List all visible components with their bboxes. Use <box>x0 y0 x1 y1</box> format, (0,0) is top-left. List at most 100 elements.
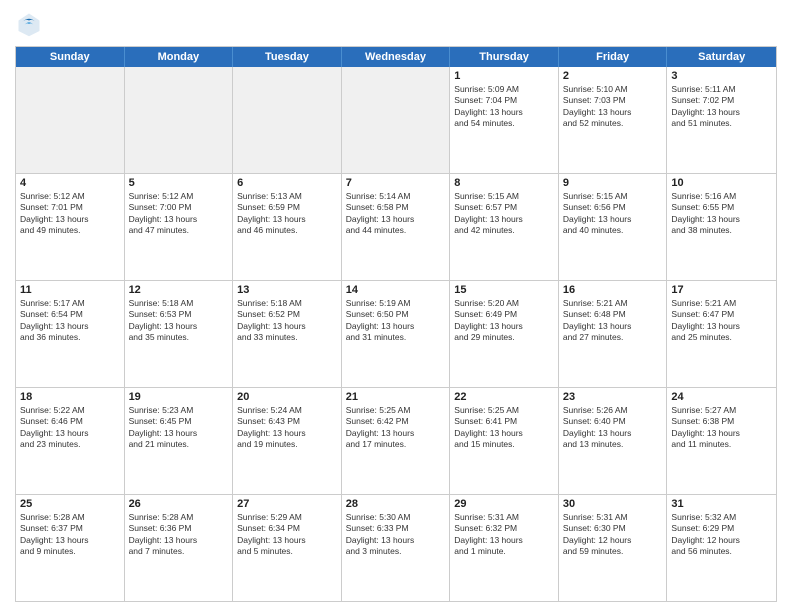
day-number: 11 <box>20 284 120 296</box>
day-number: 29 <box>454 498 554 510</box>
page-header <box>15 10 777 38</box>
day-cell-14: 14Sunrise: 5:19 AM Sunset: 6:50 PM Dayli… <box>342 281 451 387</box>
day-cell-23: 23 Sunrise: 5:26 AM Sunset: 6:40 PM Dayli… <box>559 388 668 494</box>
day-info: Sunrise: 5:32 AM Sunset: 6:29 PM Dayligh… <box>671 512 772 558</box>
day-cell-3: 3 Sunrise: 5:11 AM Sunset: 7:02 PM Daylig… <box>667 67 776 173</box>
day-cell-16: 16Sunrise: 5:21 AM Sunset: 6:48 PM Dayli… <box>559 281 668 387</box>
logo <box>15 10 47 38</box>
day-info: Sunrise: 5:12 AM Sunset: 7:00 PM Dayligh… <box>129 191 229 237</box>
day-info: Sunrise: 5:21 AM Sunset: 6:47 PM Dayligh… <box>671 298 772 344</box>
header-day-saturday: Saturday <box>667 47 776 67</box>
day-cell-19: 19Sunrise: 5:23 AM Sunset: 6:45 PM Dayli… <box>125 388 234 494</box>
calendar-header: SundayMondayTuesdayWednesdayThursdayFrid… <box>16 47 776 67</box>
day-info: Sunrise: 5:23 AM Sunset: 6:45 PM Dayligh… <box>129 405 229 451</box>
header-day-tuesday: Tuesday <box>233 47 342 67</box>
empty-cell <box>16 67 125 173</box>
day-cell-26: 26Sunrise: 5:28 AM Sunset: 6:36 PM Dayli… <box>125 495 234 601</box>
day-info: Sunrise: 5:28 AM Sunset: 6:37 PM Dayligh… <box>20 512 120 558</box>
day-info: Sunrise: 5:24 AM Sunset: 6:43 PM Dayligh… <box>237 405 337 451</box>
day-info: Sunrise: 5:21 AM Sunset: 6:48 PM Dayligh… <box>563 298 663 344</box>
day-info: Sunrise: 5:31 AM Sunset: 6:32 PM Dayligh… <box>454 512 554 558</box>
day-info: Sunrise: 5:10 AM Sunset: 7:03 PM Dayligh… <box>563 84 663 130</box>
day-number: 7 <box>346 177 446 189</box>
header-day-thursday: Thursday <box>450 47 559 67</box>
day-info: Sunrise: 5:15 AM Sunset: 6:56 PM Dayligh… <box>563 191 663 237</box>
day-info: Sunrise: 5:20 AM Sunset: 6:49 PM Dayligh… <box>454 298 554 344</box>
day-number: 28 <box>346 498 446 510</box>
day-info: Sunrise: 5:29 AM Sunset: 6:34 PM Dayligh… <box>237 512 337 558</box>
calendar-week-4: 18 Sunrise: 5:22 AM Sunset: 6:46 PM Dayli… <box>16 388 776 495</box>
calendar: SundayMondayTuesdayWednesdayThursdayFrid… <box>15 46 777 602</box>
day-info: Sunrise: 5:09 AM Sunset: 7:04 PM Dayligh… <box>454 84 554 130</box>
logo-icon <box>15 10 43 38</box>
day-number: 10 <box>671 177 772 189</box>
day-number: 4 <box>20 177 120 189</box>
day-info: Sunrise: 5:15 AM Sunset: 6:57 PM Dayligh… <box>454 191 554 237</box>
day-info: Sunrise: 5:22 AM Sunset: 6:46 PM Dayligh… <box>20 405 120 451</box>
empty-cell <box>125 67 234 173</box>
day-number: 31 <box>671 498 772 510</box>
day-info: Sunrise: 5:12 AM Sunset: 7:01 PM Dayligh… <box>20 191 120 237</box>
header-day-monday: Monday <box>125 47 234 67</box>
day-number: 13 <box>237 284 337 296</box>
day-info: Sunrise: 5:31 AM Sunset: 6:30 PM Dayligh… <box>563 512 663 558</box>
day-cell-13: 13Sunrise: 5:18 AM Sunset: 6:52 PM Dayli… <box>233 281 342 387</box>
day-number: 17 <box>671 284 772 296</box>
day-cell-29: 29 Sunrise: 5:31 AM Sunset: 6:32 PM Dayli… <box>450 495 559 601</box>
day-number: 5 <box>129 177 229 189</box>
day-cell-24: 24Sunrise: 5:27 AM Sunset: 6:38 PM Dayli… <box>667 388 776 494</box>
day-cell-28: 28 Sunrise: 5:30 AM Sunset: 6:33 PM Dayli… <box>342 495 451 601</box>
header-day-friday: Friday <box>559 47 668 67</box>
day-cell-22: 22Sunrise: 5:25 AM Sunset: 6:41 PM Dayli… <box>450 388 559 494</box>
calendar-week-5: 25 Sunrise: 5:28 AM Sunset: 6:37 PM Dayli… <box>16 495 776 601</box>
calendar-week-2: 4 Sunrise: 5:12 AM Sunset: 7:01 PM Daylig… <box>16 174 776 281</box>
calendar-week-3: 11 Sunrise: 5:17 AM Sunset: 6:54 PM Dayli… <box>16 281 776 388</box>
day-cell-12: 12 Sunrise: 5:18 AM Sunset: 6:53 PM Dayli… <box>125 281 234 387</box>
day-cell-18: 18 Sunrise: 5:22 AM Sunset: 6:46 PM Dayli… <box>16 388 125 494</box>
day-cell-8: 8 Sunrise: 5:15 AM Sunset: 6:57 PM Daylig… <box>450 174 559 280</box>
day-cell-6: 6 Sunrise: 5:13 AM Sunset: 6:59 PM Daylig… <box>233 174 342 280</box>
day-cell-2: 2 Sunrise: 5:10 AM Sunset: 7:03 PM Daylig… <box>559 67 668 173</box>
day-number: 2 <box>563 70 663 82</box>
day-info: Sunrise: 5:25 AM Sunset: 6:41 PM Dayligh… <box>454 405 554 451</box>
day-number: 27 <box>237 498 337 510</box>
day-cell-9: 9Sunrise: 5:15 AM Sunset: 6:56 PM Daylig… <box>559 174 668 280</box>
day-number: 3 <box>671 70 772 82</box>
day-number: 8 <box>454 177 554 189</box>
day-info: Sunrise: 5:30 AM Sunset: 6:33 PM Dayligh… <box>346 512 446 558</box>
day-info: Sunrise: 5:28 AM Sunset: 6:36 PM Dayligh… <box>129 512 229 558</box>
day-cell-21: 21 Sunrise: 5:25 AM Sunset: 6:42 PM Dayli… <box>342 388 451 494</box>
day-info: Sunrise: 5:27 AM Sunset: 6:38 PM Dayligh… <box>671 405 772 451</box>
day-cell-30: 30 Sunrise: 5:31 AM Sunset: 6:30 PM Dayli… <box>559 495 668 601</box>
day-number: 20 <box>237 391 337 403</box>
day-cell-4: 4 Sunrise: 5:12 AM Sunset: 7:01 PM Daylig… <box>16 174 125 280</box>
day-number: 1 <box>454 70 554 82</box>
day-number: 23 <box>563 391 663 403</box>
day-cell-27: 27 Sunrise: 5:29 AM Sunset: 6:34 PM Dayli… <box>233 495 342 601</box>
day-number: 30 <box>563 498 663 510</box>
day-info: Sunrise: 5:18 AM Sunset: 6:53 PM Dayligh… <box>129 298 229 344</box>
day-number: 12 <box>129 284 229 296</box>
day-info: Sunrise: 5:16 AM Sunset: 6:55 PM Dayligh… <box>671 191 772 237</box>
day-info: Sunrise: 5:26 AM Sunset: 6:40 PM Dayligh… <box>563 405 663 451</box>
day-number: 21 <box>346 391 446 403</box>
day-info: Sunrise: 5:14 AM Sunset: 6:58 PM Dayligh… <box>346 191 446 237</box>
day-number: 18 <box>20 391 120 403</box>
day-cell-20: 20 Sunrise: 5:24 AM Sunset: 6:43 PM Dayli… <box>233 388 342 494</box>
day-number: 25 <box>20 498 120 510</box>
day-number: 15 <box>454 284 554 296</box>
day-info: Sunrise: 5:17 AM Sunset: 6:54 PM Dayligh… <box>20 298 120 344</box>
header-day-sunday: Sunday <box>16 47 125 67</box>
day-cell-17: 17 Sunrise: 5:21 AM Sunset: 6:47 PM Dayli… <box>667 281 776 387</box>
calendar-week-1: 1 Sunrise: 5:09 AM Sunset: 7:04 PM Daylig… <box>16 67 776 174</box>
calendar-body: 1 Sunrise: 5:09 AM Sunset: 7:04 PM Daylig… <box>16 67 776 601</box>
day-info: Sunrise: 5:11 AM Sunset: 7:02 PM Dayligh… <box>671 84 772 130</box>
day-cell-31: 31 Sunrise: 5:32 AM Sunset: 6:29 PM Dayli… <box>667 495 776 601</box>
day-cell-25: 25 Sunrise: 5:28 AM Sunset: 6:37 PM Dayli… <box>16 495 125 601</box>
day-number: 6 <box>237 177 337 189</box>
empty-cell <box>342 67 451 173</box>
header-day-wednesday: Wednesday <box>342 47 451 67</box>
day-info: Sunrise: 5:25 AM Sunset: 6:42 PM Dayligh… <box>346 405 446 451</box>
day-info: Sunrise: 5:13 AM Sunset: 6:59 PM Dayligh… <box>237 191 337 237</box>
day-info: Sunrise: 5:19 AM Sunset: 6:50 PM Dayligh… <box>346 298 446 344</box>
